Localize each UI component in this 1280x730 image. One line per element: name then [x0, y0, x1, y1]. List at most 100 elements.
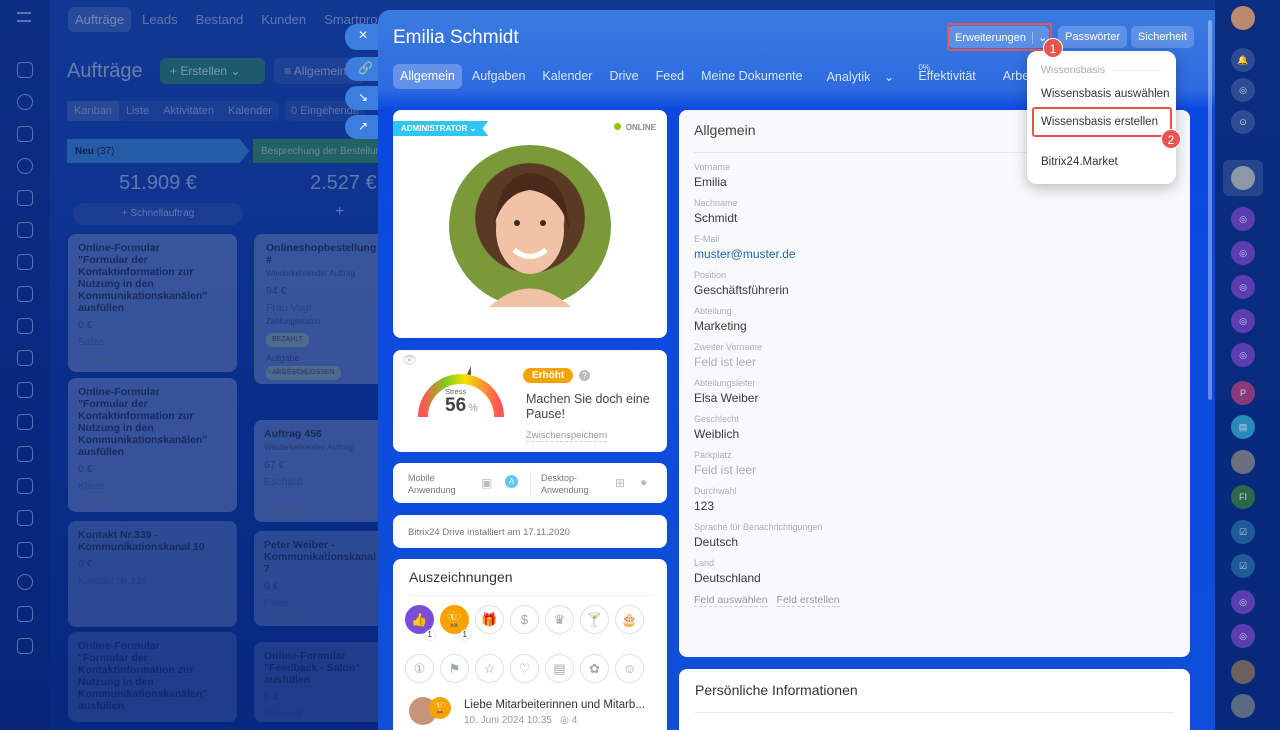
panel-tabs: Allgemein Aufgaben Kalender Drive Feed M… — [393, 63, 1071, 89]
field-label: Abteilung — [694, 306, 732, 316]
chat-avatar-fi[interactable]: FI — [1231, 485, 1255, 509]
trophy-icon: 🏆 — [429, 697, 451, 719]
highlight-create-knowledge-base — [1032, 107, 1172, 137]
tab-analytik[interactable]: Analytik ⌄ — [813, 64, 902, 89]
avatar[interactable] — [449, 145, 611, 307]
personal-info-card: Persönliche Informationen — [679, 669, 1190, 730]
gift-icon[interactable]: 🎁 — [475, 605, 504, 634]
channel-icon[interactable]: ◎ — [1231, 343, 1255, 367]
field-value: Geschäftsführerin — [694, 283, 789, 297]
channel-icon[interactable]: ◎ — [1231, 207, 1255, 231]
star-icon[interactable]: ☆ — [475, 654, 504, 683]
role-badge[interactable]: ADMINISTRATOR ⌄ — [393, 121, 489, 136]
flower-icon[interactable]: ✿ — [580, 654, 609, 683]
beer-icon[interactable]: ▤ — [545, 654, 574, 683]
app-store-icon[interactable]: A — [505, 475, 518, 488]
channel-icon[interactable]: ◎ — [1231, 624, 1255, 648]
field-item: Geschlecht Weiblich — [694, 414, 1175, 441]
money-bag-icon[interactable]: $ — [510, 605, 539, 634]
windows-icon[interactable]: ⊞ — [615, 476, 625, 490]
field-item: Parkplatz Feld ist leer — [694, 450, 1175, 477]
channel-icon[interactable]: ◎ — [1231, 309, 1255, 333]
chat-avatar[interactable] — [1231, 660, 1255, 684]
notifications-icon[interactable]: 🔔 — [1231, 48, 1255, 72]
copilot-icon[interactable]: ◎ — [1231, 78, 1255, 102]
help-icon[interactable]: ? — [579, 370, 590, 381]
field-value[interactable]: muster@muster.de — [694, 247, 1175, 261]
tab-kalender[interactable]: Kalender — [535, 64, 599, 89]
link-icon: 🔗 — [358, 61, 373, 75]
field-item: Sprache für Benachrichtigungen Deutsch — [694, 522, 1175, 549]
post-title[interactable]: Liebe Mitarbeiterinnen und Mitarb... — [464, 699, 645, 711]
callout-2: 2 — [1161, 129, 1181, 149]
tab-drive[interactable]: Drive — [602, 64, 645, 89]
field-label: Nachname — [694, 198, 738, 208]
divider — [530, 471, 531, 495]
heart-icon[interactable]: ♡ — [510, 654, 539, 683]
passwords-button[interactable]: Passwörter — [1058, 26, 1128, 48]
menu-item-market[interactable]: Bitrix24.Market — [1041, 156, 1118, 168]
field-label: Sprache für Benachrichtigungen — [694, 522, 823, 532]
channel-icon[interactable]: ◎ — [1231, 590, 1255, 614]
external-link-icon: ↗ — [358, 119, 369, 133]
group-avatar[interactable] — [1231, 450, 1255, 474]
select-field-link[interactable]: Feld auswählen — [694, 594, 768, 607]
field-value: Feld ist leer — [694, 355, 757, 369]
field-item: Abteilungsleiter Elsa Weiber — [694, 378, 1175, 405]
tab-aufgaben[interactable]: Aufgaben — [465, 64, 533, 89]
field-item: Abteilung Marketing — [694, 306, 1175, 333]
portrait-image — [489, 173, 571, 307]
field-label: Parkplatz — [694, 450, 732, 460]
create-field-link[interactable]: Feld erstellen — [776, 594, 840, 607]
trophy-award-icon[interactable]: 🏆 1 — [440, 605, 470, 640]
field-item: E-Mail muster@muster.de — [694, 234, 1175, 261]
menu-item-select-knowledge-base[interactable]: Wissensbasis auswählen — [1041, 88, 1169, 100]
awards-row-1: 👍 1 🏆 1 🎁 $ ♛ 🍸 🎂 — [405, 605, 665, 640]
close-icon: ✕ — [358, 28, 369, 42]
tab-effektivitaet[interactable]: 0% Effektivität — [904, 63, 992, 89]
field-label: Position — [694, 270, 727, 280]
mobile-app-label: Mobile Anwendung — [408, 473, 456, 495]
thumbs-up-award-icon[interactable]: 👍 1 — [405, 605, 435, 640]
online-status: ONLINE — [613, 123, 656, 132]
apps-card: Mobile Anwendung ▣ A Desktop-Anwendung ⊞… — [393, 463, 667, 503]
android-icon[interactable]: ▣ — [481, 476, 492, 490]
stress-message: Machen Sie doch eine Pause! — [526, 392, 650, 421]
panel-title: Emilia Schmidt — [393, 27, 519, 48]
chat-avatar[interactable] — [1231, 694, 1255, 718]
security-button[interactable]: Sicherheit — [1131, 26, 1194, 48]
crown-icon[interactable]: ♛ — [545, 605, 574, 634]
apple-icon[interactable]: ● — [640, 475, 647, 489]
field-value: Schmidt — [694, 211, 738, 225]
tab-allgemein[interactable]: Allgemein — [393, 64, 462, 89]
user-avatar[interactable] — [1231, 6, 1255, 30]
drive-card: Bitrix24 Drive installiert am 17.11.2020 — [393, 515, 667, 548]
save-link[interactable]: Zwischenspeichern — [526, 430, 608, 442]
channel-icon[interactable]: ◎ — [1231, 241, 1255, 265]
task-chat-icon[interactable]: ☑ — [1231, 554, 1255, 578]
profile-card: ADMINISTRATOR ⌄ ONLINE — [393, 110, 667, 338]
award-count: 1 — [459, 630, 470, 640]
awards-card: Auszeichnungen 👍 1 🏆 1 🎁 $ ♛ 🍸 🎂 ① ⚑ ☆ ♡ ▤ ✿ ☺ 🏆 Liebe… — [393, 559, 667, 730]
tab-meine-dokumente[interactable]: Meine Dokumente — [694, 64, 809, 89]
field-value: Elsa Weiber — [694, 391, 759, 405]
field-list: Vorname Emilia Nachname Schmidt E-Mail muster… — [694, 162, 1175, 585]
search-chat-icon[interactable]: ⊙ — [1231, 110, 1255, 134]
recent-contact[interactable] — [1223, 160, 1263, 196]
smile-icon[interactable]: ☺ — [615, 654, 644, 683]
group-chat-icon[interactable]: ▤ — [1231, 415, 1255, 439]
flag-icon[interactable]: ⚑ — [440, 654, 469, 683]
tab-analytik-label: Analytik — [826, 70, 871, 84]
channel-icon[interactable]: ◎ — [1231, 275, 1255, 299]
collapse-icon: ↘ — [358, 90, 369, 104]
panel-scrollbar[interactable] — [1208, 20, 1212, 400]
post-meta: 10. Juni 2024 10:35 ◎ 4 — [464, 715, 578, 726]
number-one-icon[interactable]: ① — [405, 654, 434, 683]
highlight-extensions — [947, 23, 1052, 51]
chat-avatar-p[interactable]: P — [1231, 381, 1255, 405]
tab-feed[interactable]: Feed — [649, 64, 692, 89]
cake-icon[interactable]: 🎂 — [615, 605, 644, 634]
callout-1: 1 — [1043, 38, 1063, 58]
cocktail-icon[interactable]: 🍸 — [580, 605, 609, 634]
task-chat-icon[interactable]: ☑ — [1231, 520, 1255, 544]
